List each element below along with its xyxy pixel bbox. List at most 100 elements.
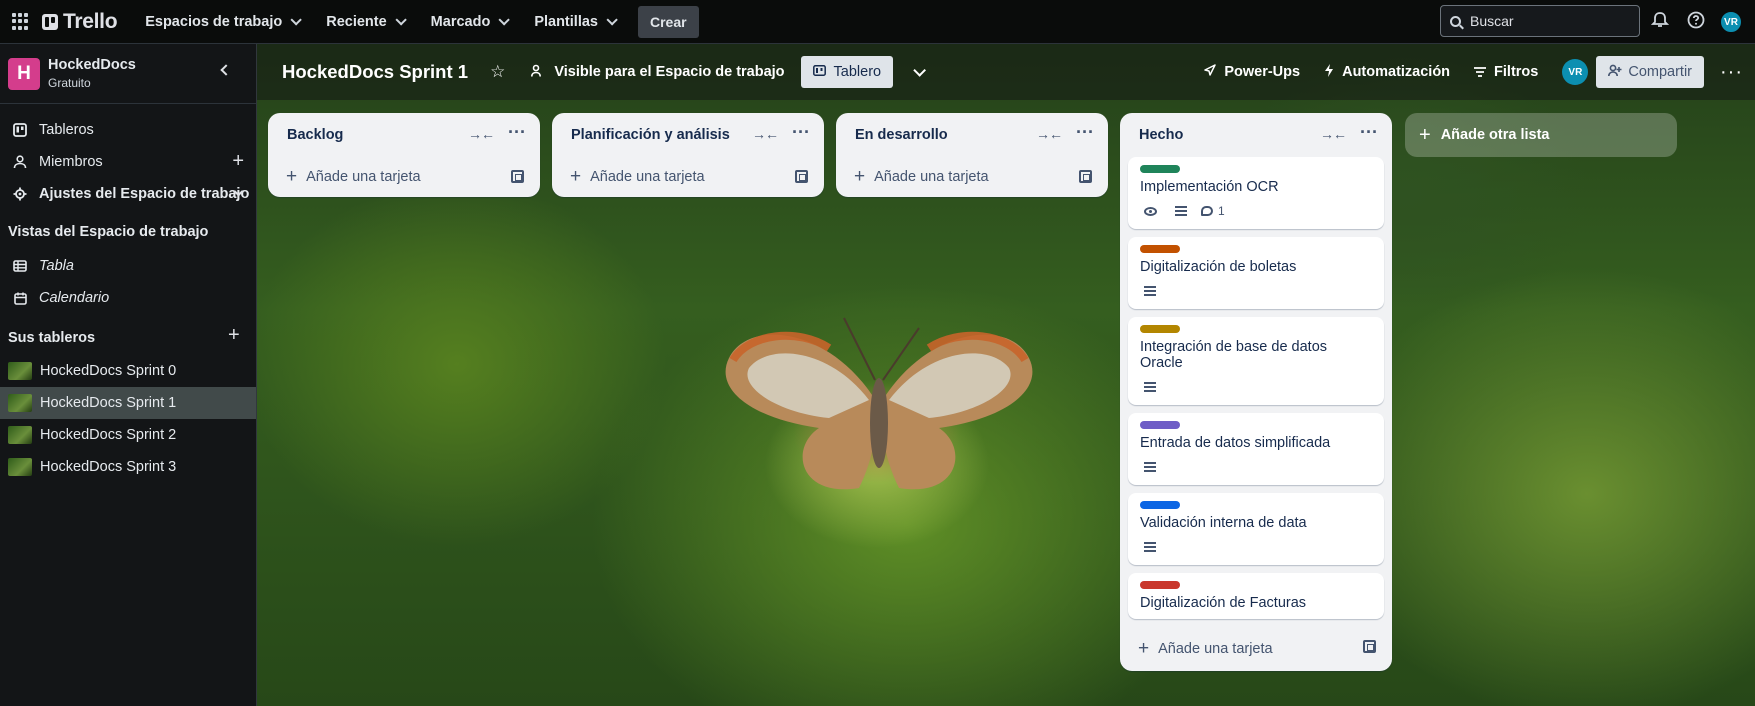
sidebar-item-boards[interactable]: Tableros [0,114,256,146]
list-title[interactable]: Hecho [1139,127,1183,143]
card[interactable]: Validación interna de data [1128,493,1384,565]
description-badge [1140,286,1156,296]
description-icon [1144,382,1156,392]
list-menu-icon[interactable]: ··· [508,122,526,143]
automation-button[interactable]: Automatización [1324,64,1450,80]
add-card-button[interactable]: + Añade una tarjeta [552,157,824,197]
sidebar-board-sprint-2[interactable]: HockedDocs Sprint 2 [0,419,256,451]
add-member-icon[interactable]: + [232,150,244,173]
add-card-label: Añade una tarjeta [590,169,705,185]
card[interactable]: Digitalización de Facturas [1128,573,1384,619]
top-navigation: Trello Espacios de trabajo Reciente Marc… [0,0,1755,44]
nav-workspaces[interactable]: Espacios de trabajo [145,13,302,30]
card-template-icon[interactable] [1079,170,1092,183]
eye-icon [1144,206,1157,216]
card-badges: 1 [1140,201,1372,221]
card[interactable]: Implementación OCR 1 [1128,157,1384,229]
add-card-label: Añade una tarjeta [1158,641,1273,657]
plus-icon: + [854,166,866,187]
share-button[interactable]: Compartir [1596,56,1705,88]
card-template-icon[interactable] [511,170,524,183]
card-label[interactable] [1140,325,1180,333]
add-person-icon [1608,64,1622,80]
card[interactable]: Integración de base de datos Oracle [1128,317,1384,405]
list-title[interactable]: Planificación y análisis [571,127,730,143]
collapse-sidebar-icon[interactable] [220,64,232,76]
search-input[interactable]: Buscar [1440,5,1640,37]
sidebar-board-sprint-3[interactable]: HockedDocs Sprint 3 [0,451,256,483]
card-label[interactable] [1140,581,1180,589]
add-board-icon[interactable]: + [228,324,240,347]
add-list-label: Añade otra lista [1440,127,1550,143]
filters-label: Filtros [1494,64,1539,80]
filters-button[interactable]: Filtros [1474,64,1538,80]
your-boards-heading: Sus tableros [8,330,96,346]
sidebar-item-members[interactable]: Miembros + [0,146,256,178]
chevron-down-icon [606,13,618,26]
notifications-bell-icon[interactable] [1650,11,1670,31]
nav-templates[interactable]: Plantillas [534,13,618,30]
add-card-button[interactable]: + Añade una tarjeta [836,157,1108,197]
sidebar-board-label: HockedDocs Sprint 1 [40,395,177,411]
board-member-avatar[interactable]: VR [1562,59,1589,85]
collapse-list-icon[interactable]: →← [468,126,495,142]
create-button[interactable]: Crear [637,5,699,38]
card-template-icon[interactable] [795,170,808,183]
list-menu-icon[interactable]: ··· [1360,122,1378,143]
board-title[interactable]: HockedDocs Sprint 1 [282,61,468,83]
sidebar-item-workspace-settings[interactable]: Ajustes del Espacio de trabajo [0,178,256,210]
powerups-button[interactable]: Power-Ups [1203,64,1300,80]
trello-logo[interactable]: Trello [42,10,118,34]
card-title: Digitalización de boletas [1140,259,1297,275]
add-card-button[interactable]: + Añade una tarjeta [1120,627,1392,671]
board-thumbnail [8,458,32,476]
nav-recent[interactable]: Reciente [326,14,407,30]
visibility-button[interactable]: Visible para el Espacio de trabajo [531,64,785,81]
list-title[interactable]: Backlog [287,127,343,143]
description-icon [1144,542,1156,552]
sidebar-view-calendar[interactable]: Calendario [0,282,256,314]
card-label[interactable] [1140,501,1180,509]
nav-starred[interactable]: Marcado [430,13,511,30]
collapse-list-icon[interactable]: →← [1036,126,1063,142]
board-view-label: Tablero [833,64,882,80]
card-label[interactable] [1140,245,1180,253]
card-template-icon[interactable] [1363,640,1376,653]
card[interactable]: Entrada de datos simplificada [1128,413,1384,485]
board-icon [13,123,27,137]
workspace-name[interactable]: HockedDocs [48,57,136,73]
list-menu-icon[interactable]: ··· [1076,122,1094,143]
visibility-label: Visible para el Espacio de trabajo [554,64,785,80]
description-badge [1140,382,1156,392]
board-view-button[interactable]: Tablero [800,56,894,88]
add-card-label: Añade una tarjeta [874,169,989,185]
card-title: Digitalización de Facturas [1140,595,1307,611]
card-badges [1140,377,1372,397]
star-icon[interactable]: ☆ [490,62,505,82]
description-icon [1144,286,1156,296]
add-list-button[interactable]: + Añade otra lista [1405,113,1677,157]
list-menu-icon[interactable]: ··· [792,122,810,143]
sidebar-view-table[interactable]: Tabla [0,250,256,282]
user-avatar[interactable]: VR [1719,10,1743,34]
add-card-button[interactable]: + Añade una tarjeta [268,157,540,197]
board-thumbnail [8,426,32,444]
collapse-list-icon[interactable]: →← [1320,126,1347,142]
card[interactable]: Digitalización de boletas [1128,237,1384,309]
sidebar-board-sprint-1[interactable]: HockedDocs Sprint 1 [0,387,256,419]
card-label[interactable] [1140,165,1180,173]
nav-workspaces-label: Espacios de trabajo [145,13,283,30]
collapse-list-icon[interactable]: →← [752,126,779,142]
more-options-icon[interactable]: ··· [1720,61,1743,84]
list-title[interactable]: En desarrollo [855,127,948,143]
plus-icon: + [1138,638,1150,659]
sidebar-board-sprint-0[interactable]: HockedDocs Sprint 0 [0,355,256,387]
share-label: Compartir [1628,64,1693,80]
card-badges [1140,537,1372,557]
card-label[interactable] [1140,421,1180,429]
apps-grid-icon[interactable] [12,12,30,31]
chevron-down-icon[interactable] [913,63,927,77]
nav-starred-label: Marcado [430,13,491,30]
board-view-icon [812,65,826,79]
help-icon[interactable] [1686,11,1706,31]
